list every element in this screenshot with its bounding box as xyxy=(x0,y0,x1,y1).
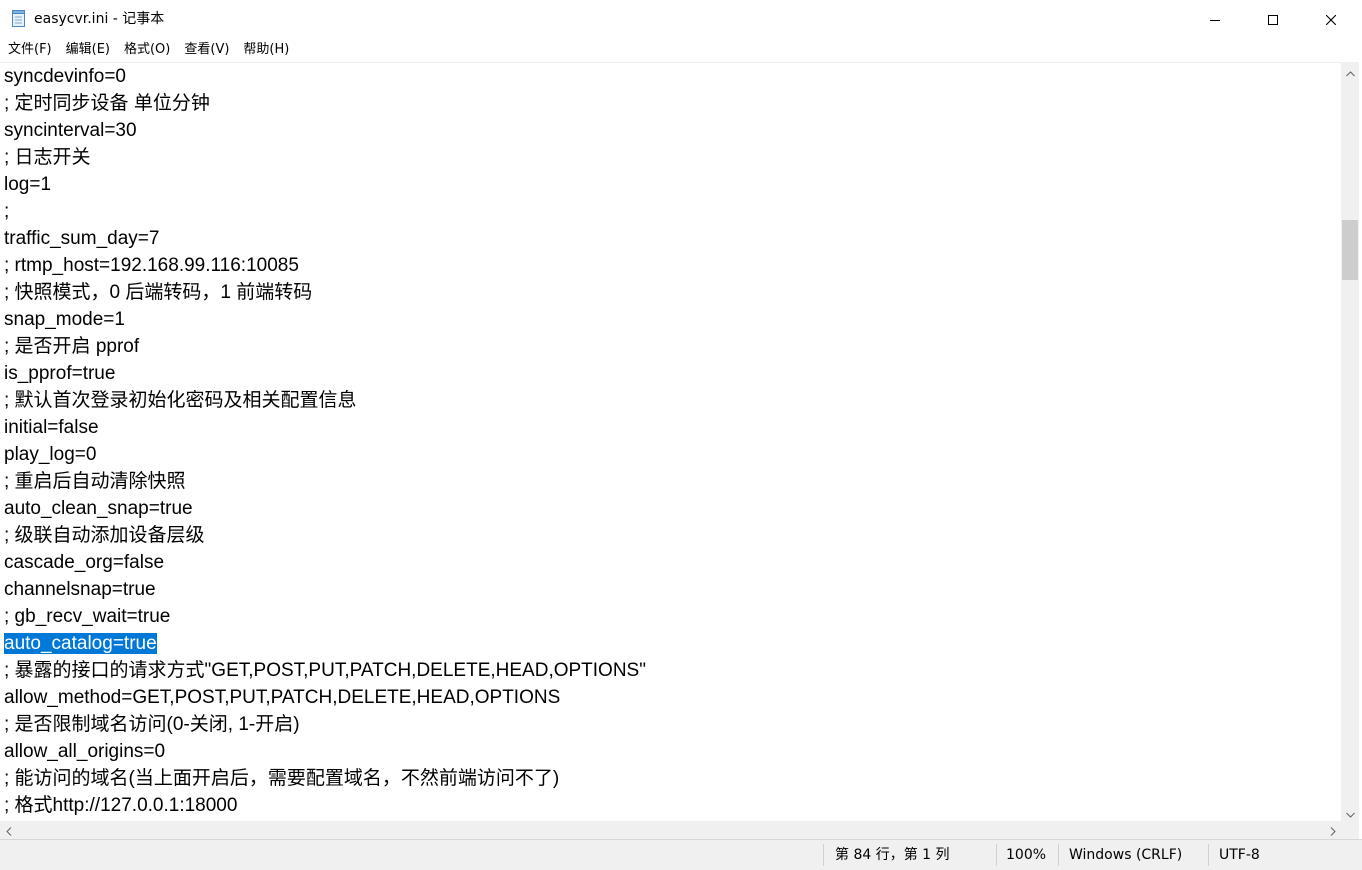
editor-line: traffic_sum_day=7 xyxy=(4,228,160,249)
editor-line: ; 是否限制域名访问(0-关闭, 1-开启) xyxy=(4,714,300,735)
vertical-scrollbar[interactable] xyxy=(1341,63,1359,821)
editor-line: ; rtmp_host=192.168.99.116:10085 xyxy=(4,255,299,276)
status-cursor-position: 第 84 行，第 1 列 xyxy=(835,847,950,863)
scroll-right-button[interactable] xyxy=(1324,821,1341,839)
selected-text: auto_catalog=true xyxy=(4,633,157,654)
editor-line: auto_clean_snap=true xyxy=(4,498,193,519)
status-divider xyxy=(1208,844,1209,866)
editor-line: channelsnap=true xyxy=(4,579,156,600)
editor-line: is_pprof=true xyxy=(4,363,116,384)
editor-line: auto_catalog=true xyxy=(4,630,646,657)
scroll-left-button[interactable] xyxy=(0,821,17,839)
minimize-button[interactable] xyxy=(1186,0,1244,38)
editor-line: cascade_org=false xyxy=(4,552,165,573)
editor-line: syncinterval=30 xyxy=(4,120,137,141)
scroll-down-button[interactable] xyxy=(1341,804,1359,821)
horizontal-scrollbar[interactable] xyxy=(0,821,1341,839)
status-divider xyxy=(823,844,824,866)
editor-line: log=1 xyxy=(4,174,52,195)
status-encoding: UTF-8 xyxy=(1219,847,1260,863)
editor-line: ; 日志开关 xyxy=(4,147,91,168)
scrollbar-corner xyxy=(1341,821,1359,839)
editor-line: ; 默认首次登录初始化密码及相关配置信息 xyxy=(4,390,357,411)
editor-line: ; 是否开启 pprof xyxy=(4,336,140,357)
editor-line: ; 格式http://127.0.0.1:18000 xyxy=(4,795,238,816)
menu-format[interactable]: 格式(O) xyxy=(117,39,177,61)
menu-edit[interactable]: 编辑(E) xyxy=(59,39,117,61)
notepad-icon xyxy=(11,10,27,28)
editor-line: initial=false xyxy=(4,417,99,438)
close-button[interactable] xyxy=(1302,0,1360,38)
editor-line: allow_all_origins=0 xyxy=(4,741,166,762)
status-zoom: 100% xyxy=(1006,847,1047,863)
menu-file[interactable]: 文件(F) xyxy=(1,39,59,61)
status-divider xyxy=(1058,844,1059,866)
title-bar[interactable]: easycvr.ini - 记事本 xyxy=(0,0,1362,38)
chevron-right-icon xyxy=(1330,821,1336,840)
editor-line: ; 重启后自动清除快照 xyxy=(4,471,186,492)
close-icon xyxy=(1325,10,1337,29)
editor-line: ; xyxy=(4,201,10,222)
scroll-up-button[interactable] xyxy=(1341,63,1359,80)
editor-line: play_log=0 xyxy=(4,444,97,465)
editor-lines: syncdevinfo=0 ; 定时同步设备 单位分钟 syncinterval=3… xyxy=(4,63,646,819)
chevron-up-icon xyxy=(1345,62,1355,81)
status-line-ending: Windows (CRLF) xyxy=(1069,847,1183,863)
menu-view[interactable]: 查看(V) xyxy=(177,39,236,61)
menu-bar: 文件(F) 编辑(E) 格式(O) 查看(V) 帮助(H) xyxy=(0,38,1362,62)
editor-line: allow_method=GET,POST,PUT,PATCH,DELETE,H… xyxy=(4,687,561,708)
editor-line: ; 级联自动添加设备层级 xyxy=(4,525,205,546)
editor-line: ; gb_recv_wait=true xyxy=(4,606,171,627)
editor-line: ; 能访问的域名(当上面开启后，需要配置域名，不然前端访问不了) xyxy=(4,768,560,789)
editor-line: ; 快照模式，0 后端转码，1 前端转码 xyxy=(4,282,313,303)
chevron-left-icon xyxy=(5,821,12,840)
vertical-scroll-thumb[interactable] xyxy=(1342,220,1358,280)
editor-line: snap_mode=1 xyxy=(4,309,125,330)
editor-line: ; 定时同步设备 单位分钟 xyxy=(4,93,210,114)
status-bar: 第 84 行，第 1 列 100% Windows (CRLF) UTF-8 xyxy=(0,839,1362,870)
chevron-down-icon xyxy=(1345,803,1355,822)
window-title: easycvr.ini - 记事本 xyxy=(34,11,165,27)
maximize-icon xyxy=(1268,10,1278,29)
status-divider xyxy=(996,844,997,866)
editor-line: ; 暴露的接口的请求方式"GET,POST,PUT,PATCH,DELETE,H… xyxy=(4,660,646,681)
minimize-icon xyxy=(1210,10,1220,29)
maximize-button[interactable] xyxy=(1244,0,1302,38)
text-editor[interactable]: syncdevinfo=0 ; 定时同步设备 单位分钟 syncinterval=3… xyxy=(0,63,1341,821)
menu-help[interactable]: 帮助(H) xyxy=(236,39,296,61)
editor-line: syncdevinfo=0 xyxy=(4,66,126,87)
